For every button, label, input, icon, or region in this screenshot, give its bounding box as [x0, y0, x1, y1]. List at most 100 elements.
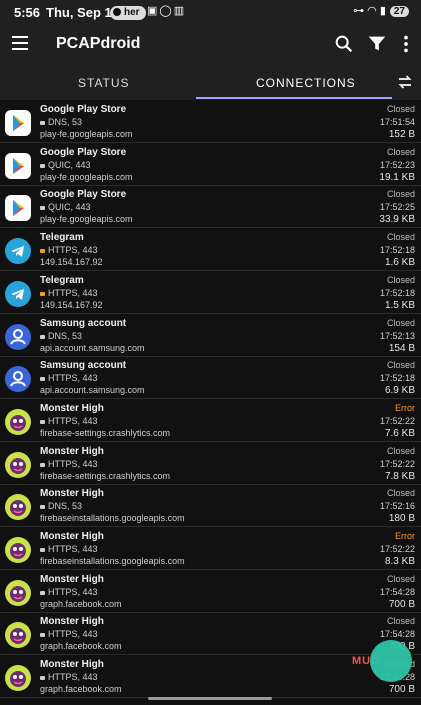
connection-row[interactable]: Monster High HTTPS, 443 firebase-settings.…: [0, 442, 421, 485]
samsung-app-icon: [5, 323, 31, 350]
app-name: Monster High: [40, 616, 104, 628]
protocol-port: HTTPS, 443: [40, 629, 98, 639]
app-name: Monster High: [40, 445, 104, 457]
connection-row[interactable]: Monster High HTTPS, 443 graph.facebook.com…: [0, 612, 421, 656]
connection-status: Closed: [386, 146, 415, 157]
search-icon[interactable]: [333, 33, 355, 55]
bytes-transferred: 180 B: [388, 513, 415, 525]
app-title: PCAPdroid: [56, 35, 141, 52]
remote-host: firebaseinstallations.googleapis.com: [40, 556, 185, 566]
connection-row[interactable]: Monster High HTTPS, 443 firebaseinstallati…: [0, 527, 421, 570]
battery-badge: 27: [389, 6, 409, 17]
protocol-port: HTTPS, 443: [40, 587, 98, 597]
protocol-port: DNS, 53: [40, 501, 82, 511]
remote-host: firebaseinstallations.googleapis.com: [40, 513, 185, 524]
connection-row[interactable]: Telegram HTTPS, 443 149.154.167.92 Closed 17…: [0, 271, 421, 314]
tab-connections[interactable]: CONNECTIONS: [256, 76, 356, 90]
lock-icon: [40, 462, 45, 467]
monster-app-icon: [5, 579, 31, 606]
lock-icon: [40, 206, 45, 211]
last-seen-time: 17:52:22: [379, 544, 415, 554]
app-name: Monster High: [40, 573, 104, 585]
connection-status: Closed: [386, 317, 415, 328]
protocol-port: HTTPS, 443: [40, 288, 98, 298]
monster-app-icon: [5, 494, 31, 521]
tab-bar: STATUS CONNECTIONS: [0, 64, 421, 100]
monster-app-icon: [5, 622, 31, 649]
connection-row[interactable]: Samsung account DNS, 53 api.account.samsun…: [0, 314, 421, 357]
app-name: Telegram: [40, 274, 84, 286]
lock-icon: [40, 548, 45, 552]
connection-status: Closed: [386, 274, 415, 285]
lock-icon: [40, 633, 45, 638]
app-name: Telegram: [40, 232, 84, 244]
status-bar: 5:56 Thu, Sep 17 her ▣◯▥ ⊶ ◠ ▮ 27: [0, 0, 421, 26]
connection-row[interactable]: Monster High HTTPS, 443 graph.facebook.com…: [0, 570, 421, 613]
protocol-port: HTTPS, 443: [40, 544, 98, 554]
bytes-transferred: 154 B: [388, 342, 415, 354]
remote-host: play-fe.googleapis.com: [40, 129, 133, 139]
lock-icon: [40, 590, 45, 595]
bytes-transferred: 7.6 KB: [384, 427, 415, 439]
remote-host: graph.facebook.com: [40, 641, 122, 652]
lock-icon: [40, 505, 45, 510]
connection-row[interactable]: Monster High DNS, 53 firebaseinstallations…: [0, 484, 421, 528]
call-pill[interactable]: her: [110, 6, 146, 20]
remote-host: api.account.samsung.com: [40, 342, 145, 353]
connection-row[interactable]: Monster High HTTPS, 443 firebase-settings.…: [0, 399, 421, 442]
filter-icon[interactable]: [366, 33, 388, 55]
last-seen-time: 17:52:16: [379, 501, 415, 512]
monster-app-icon: [5, 408, 31, 435]
remote-host: play-fe.googleapis.com: [40, 214, 133, 225]
app-name: Samsung account: [40, 360, 127, 372]
more-vert-icon[interactable]: [395, 33, 417, 55]
connection-row[interactable]: Samsung account HTTPS, 443 api.account.sam…: [0, 356, 421, 400]
app-bar: PCAPdroid: [0, 26, 421, 64]
protocol-port: HTTPS, 443: [40, 672, 98, 682]
connection-row[interactable]: Google Play Store QUIC, 443 play-fe.google…: [0, 143, 421, 186]
connection-status: Closed: [386, 232, 415, 243]
remote-host: api.account.samsung.com: [40, 385, 145, 396]
protocol-port: HTTPS, 443: [40, 459, 98, 469]
pill-icon: [113, 8, 121, 16]
menu-icon[interactable]: [12, 36, 28, 50]
clock: 5:56: [14, 5, 41, 20]
protocol-port: QUIC, 443: [40, 160, 91, 170]
bytes-transferred: 1.6 KB: [384, 257, 415, 269]
connections-list[interactable]: ▔▔▔▔▔▔▔▔▔ Google Play Store DNS, 53 play-f…: [0, 100, 421, 705]
tab-indicator: [196, 97, 392, 99]
play-app-icon: [5, 110, 31, 136]
last-seen-time: 17:54:28: [379, 586, 415, 597]
bytes-transferred: 33.9 KB: [379, 214, 415, 226]
samsung-app-icon: [5, 366, 31, 393]
app-name: Google Play Store: [40, 146, 127, 158]
monster-app-icon: [5, 665, 31, 692]
lock-icon: [40, 377, 45, 382]
last-seen-time: 17:52:13: [379, 330, 415, 341]
last-seen-time: 17:52:25: [379, 202, 415, 213]
last-seen-time: 17:51:54: [379, 117, 415, 127]
connection-row[interactable]: Google Play Store QUIC, 443 play-fe.google…: [0, 185, 421, 229]
bytes-transferred: 19.1 KB: [379, 171, 415, 183]
lock-icon: [40, 121, 45, 125]
connection-row[interactable]: Google Play Store DNS, 53 play-fe.googleap…: [0, 100, 421, 143]
connection-row[interactable]: Telegram HTTPS, 443 149.154.167.92 Closed 17…: [0, 228, 421, 272]
pill-label: her: [124, 7, 140, 18]
protocol-port: DNS, 53: [40, 117, 82, 127]
monster-app-icon: [5, 451, 31, 478]
remote-host: 149.154.167.92: [40, 299, 103, 310]
bytes-transferred: 700 B: [388, 684, 415, 696]
date: Thu, Sep 17: [46, 5, 119, 20]
app-name: Monster High: [40, 488, 104, 500]
tab-status[interactable]: STATUS: [78, 76, 130, 90]
last-seen-time: 17:54:28: [379, 629, 415, 640]
notification-icons: ▣◯▥: [147, 5, 187, 17]
lock-icon: [40, 676, 45, 681]
swap-icon[interactable]: [396, 74, 414, 90]
last-seen-time: 17:52:18: [379, 287, 415, 298]
telegram-app-icon: [5, 238, 31, 265]
lock-icon: [40, 291, 45, 296]
start-capture-fab[interactable]: [370, 640, 412, 682]
app-name: Monster High: [40, 531, 104, 542]
protocol-port: HTTPS, 443: [40, 245, 98, 255]
